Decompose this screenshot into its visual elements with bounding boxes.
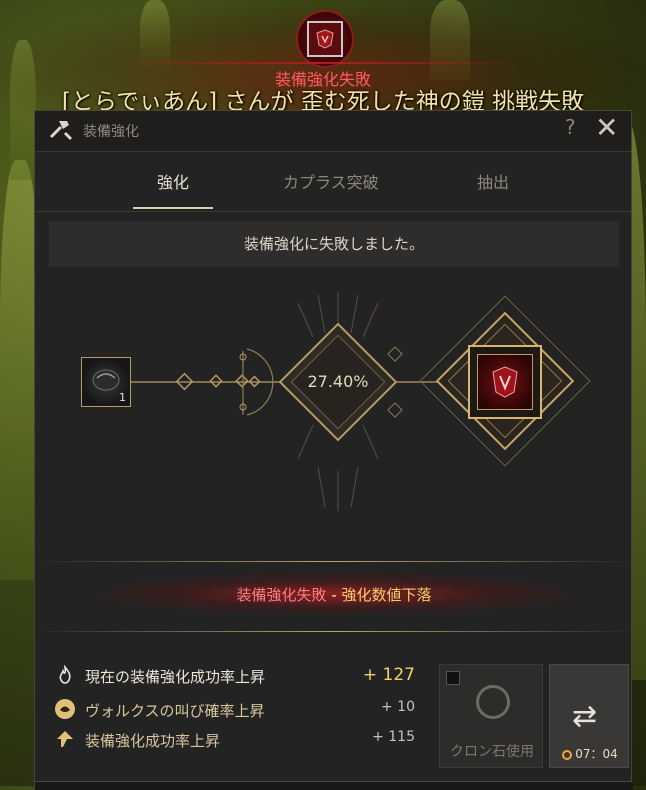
tab-extract[interactable]: 抽出 [477, 169, 509, 193]
result-divider-top [35, 561, 633, 562]
arrow-up-icon [55, 729, 75, 749]
window-header: 装備強化 ? ✕ [35, 111, 631, 152]
cron-stone-toggle[interactable]: クロン石使用 [439, 664, 543, 768]
tab-bar: 強化 カプラス突破 抽出 [35, 159, 631, 212]
cron-checkbox[interactable] [446, 671, 460, 685]
active-tab-indicator [133, 207, 213, 209]
volks-icon [55, 699, 75, 719]
cron-stone-icon [476, 685, 510, 719]
swap-icon: ⇄ [572, 699, 598, 734]
help-icon[interactable]: ? [565, 115, 576, 139]
enhance-result-message: 装備強化失敗 - 強化数値下落 [236, 586, 432, 604]
cron-label: クロン石使用 [450, 744, 534, 760]
stat-value: + 10 [381, 699, 415, 715]
announcement-banner: 装備強化失敗 [とらでぃあん] さんが 歪む死した神の鎧 挑戦失敗 [0, 0, 646, 115]
tab-caphras[interactable]: カプラス突破 [283, 169, 379, 193]
result-divider-bottom [35, 631, 633, 632]
stat-value: + 115 [372, 729, 415, 745]
stat-value: + 127 [362, 665, 415, 685]
hammer-icon [47, 117, 73, 143]
black-stone-slot[interactable]: 1 [81, 357, 131, 407]
stat-row-bonus: 装備強化成功率上昇 + 115 [49, 725, 445, 755]
fail-emblem [296, 10, 354, 68]
cooldown-timer: 07：04 [550, 745, 630, 762]
target-item-slot[interactable] [468, 345, 542, 419]
enhance-stage: 1 27.40% [35, 271, 633, 561]
flame-icon [55, 665, 75, 685]
enhance-window: 装備強化 ? ✕ 強化 カプラス突破 抽出 装備強化に失敗しました。 1 27.… [34, 110, 633, 790]
stat-label: 装備強化成功率上昇 [85, 732, 221, 750]
success-chance: 27.40% [307, 372, 369, 391]
dead-god-armor-icon [477, 354, 533, 410]
swap-button[interactable]: ⇄ 07：04 [549, 664, 629, 768]
stat-row-current: 現在の装備強化成功率上昇 + 127 [49, 661, 445, 691]
result-notice: 装備強化に失敗しました。 [49, 221, 619, 267]
window-title: 装備強化 [83, 124, 139, 140]
stone-count: 1 [119, 391, 126, 404]
timer-icon [562, 749, 573, 760]
stat-label: ヴォルクスの叫び確率上昇 [85, 702, 265, 720]
armor-icon [307, 21, 343, 57]
stat-label: 現在の装備強化成功率上昇 [85, 668, 266, 686]
close-icon[interactable]: ✕ [595, 111, 618, 144]
stat-row-volks: ヴォルクスの叫び確率上昇 + 10 [49, 695, 445, 725]
tab-enhance[interactable]: 強化 [157, 169, 189, 193]
enhance-diagram [131, 291, 591, 511]
